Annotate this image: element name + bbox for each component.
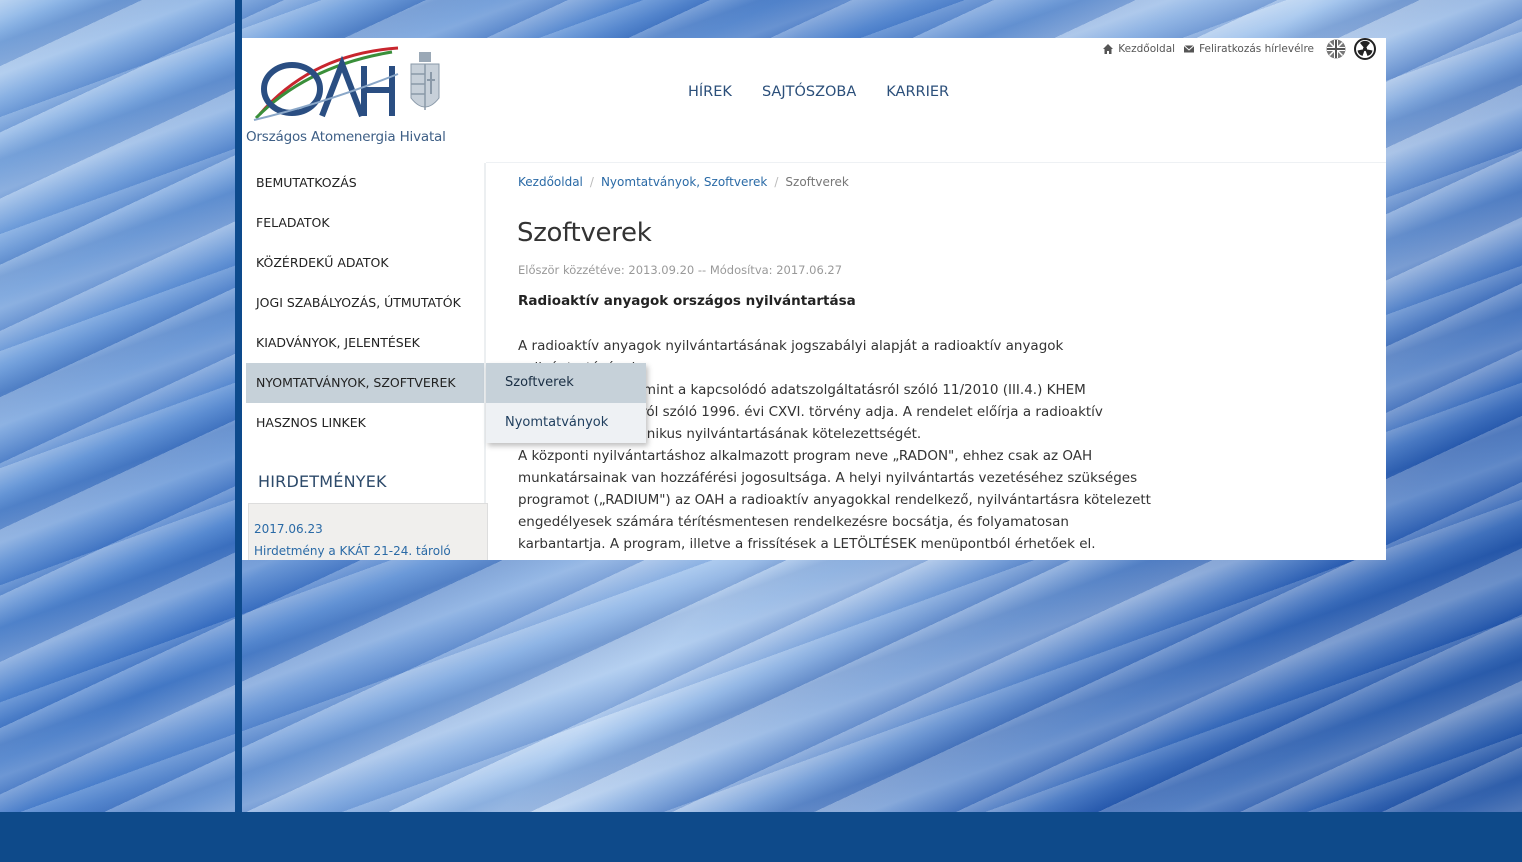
breadcrumb-current: Szoftverek [785, 175, 849, 189]
article-lead: Radioaktív anyagok országos nyilvántartá… [518, 293, 856, 309]
submenu-item-software[interactable]: Szoftverek [486, 363, 646, 403]
envelope-icon [1183, 45, 1195, 53]
submenu-item-forms[interactable]: Nyomtatványok [486, 403, 646, 443]
sidebar-item-forms-software[interactable]: NYOMTATVÁNYOK, SZOFTVEREK [246, 363, 484, 403]
main-panel: Országos Atomenergia Hivatal HÍREK SAJTÓ… [242, 38, 1386, 560]
sidebar-item-useful-links[interactable]: HASZNOS LINKEK [246, 403, 484, 443]
home-icon [1103, 44, 1114, 54]
header-divider [486, 162, 1386, 163]
article-paragraph-2: A központi nyilvántartáshoz alkalmazott … [518, 448, 1151, 552]
notices-box: 2017.06.23 Hirdetmény a KKÁT 21-24. táro… [248, 503, 488, 560]
oah-logo-mark [253, 46, 399, 121]
page-title: Szoftverek [517, 218, 652, 248]
notice-title-link[interactable]: Hirdetmény a KKÁT 21-24. tároló [254, 544, 451, 558]
sidebar-item-introduction[interactable]: BEMUTATKOZÁS [246, 163, 484, 203]
breadcrumb-separator: / [589, 175, 594, 189]
english-flag-icon[interactable] [1326, 39, 1346, 59]
top-navigation: HÍREK SAJTÓSZOBA KARRIER [688, 84, 949, 100]
home-link-label: Kezdőoldal [1118, 43, 1176, 55]
home-link[interactable]: Kezdőoldal [1102, 43, 1175, 55]
sidebar-item-public-data[interactable]: KÖZÉRDEKŰ ADATOK [246, 243, 484, 283]
breadcrumb-separator: / [774, 175, 779, 189]
forms-software-submenu: Szoftverek Nyomtatványok [486, 363, 646, 443]
publish-meta: Először közzétéve: 2013.09.20 -- Módosít… [518, 263, 843, 277]
sidebar-item-legal-regulation[interactable]: JOGI SZABÁLYOZÁS, ÚTMUTATÓK [246, 283, 484, 323]
topnav-press-room[interactable]: SAJTÓSZOBA [762, 84, 856, 100]
sidebar-divider [484, 163, 486, 560]
breadcrumb-forms-software[interactable]: Nyomtatványok, Szoftverek [601, 175, 767, 189]
utility-bar: Kezdőoldal Feliratkozás hírlevélre [1102, 38, 1376, 60]
breadcrumb: Kezdőoldal / Nyomtatványok, Szoftverek / Szo… [518, 175, 849, 189]
site-logo[interactable]: Országos Atomenergia Hivatal [246, 38, 456, 153]
newsletter-link-label: Feliratkozás hírlevélre [1199, 43, 1314, 55]
sidebar-item-tasks[interactable]: FELADATOK [246, 203, 484, 243]
topnav-career[interactable]: KARRIER [886, 84, 949, 100]
breadcrumb-home[interactable]: Kezdőoldal [518, 175, 583, 189]
coat-of-arms-icon [410, 52, 440, 110]
page-footer-band [0, 812, 1522, 862]
page-left-border [235, 0, 242, 812]
topnav-news[interactable]: HÍREK [688, 84, 732, 100]
sidebar-item-publications[interactable]: KIADVÁNYOK, JELENTÉSEK [246, 323, 484, 363]
site-name: Országos Atomenergia Hivatal [246, 129, 446, 145]
newsletter-link[interactable]: Feliratkozás hírlevélre [1183, 43, 1314, 55]
sidebar-navigation: BEMUTATKOZÁS FELADATOK KÖZÉRDEKŰ ADATOK … [246, 163, 484, 443]
notice-date-link[interactable]: 2017.06.23 [254, 522, 323, 536]
radiation-symbol-icon[interactable] [1354, 38, 1376, 60]
notices-heading: HIRDETMÉNYEK [258, 472, 387, 491]
